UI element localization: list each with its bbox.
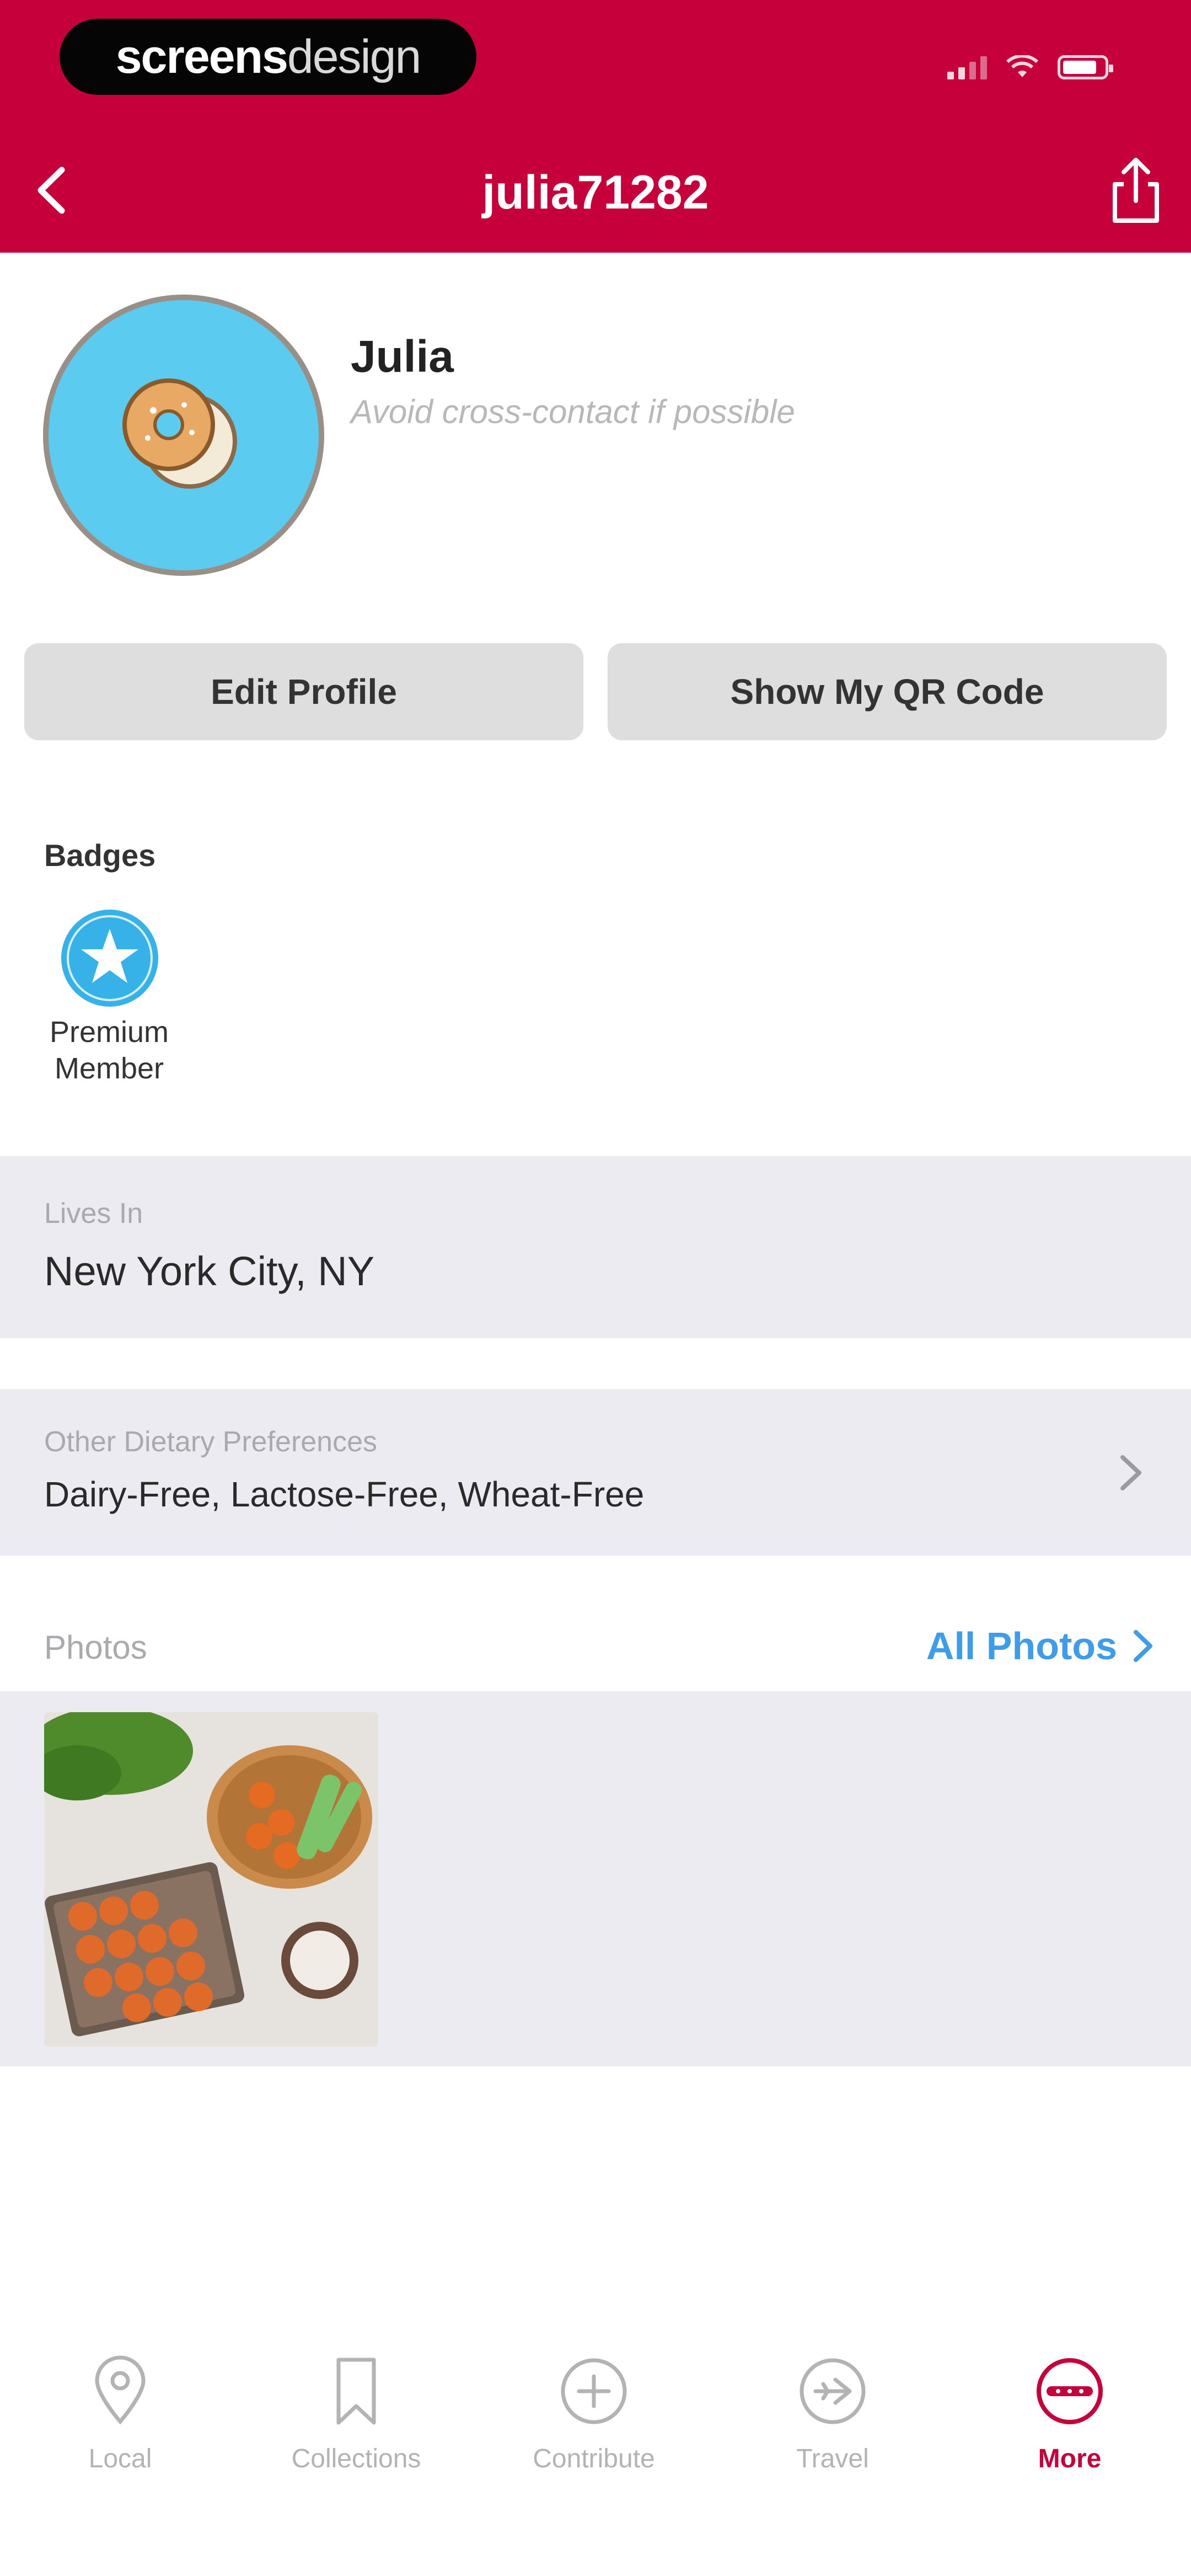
status-icons [947,51,1113,84]
tab-travel[interactable]: Travel [750,2355,915,2474]
food-photo-image [44,1712,378,2046]
avatar [43,295,324,576]
wifi-icon [1006,55,1039,77]
share-icon [1113,158,1159,223]
page-title: julia71282 [482,166,709,219]
show-qr-code-button[interactable]: Show My QR Code [608,643,1167,740]
lives-in-section [0,1156,1191,1338]
tab-collections[interactable]: Collections [273,2355,439,2474]
star-badge-icon[interactable] [60,908,160,1008]
brand-text-bold: screens [115,30,288,83]
photos-label: Photos [44,1629,147,1666]
dietary-preferences-value: Dairy-Free, Lactose-Free, Wheat-Free [44,1474,645,1514]
badge-label: Premium Member [21,1014,197,1087]
cellular-signal-icon [947,55,987,79]
bagel-icon [122,378,237,489]
chevron-right-icon [1120,1455,1141,1490]
profile-name: Julia [351,332,454,382]
tab-more[interactable]: More [987,2355,1152,2474]
chevron-right-icon [1134,1630,1152,1662]
badge-label-line1: Premium [49,1016,169,1049]
tab-contribute[interactable]: Contribute [511,2355,677,2474]
plus-circle-icon [561,2358,627,2424]
badge-label-line2: Member [54,1052,164,1085]
tab-label: Contribute [533,2444,655,2473]
brand-text-light: design [287,30,421,83]
bookmark-icon [336,2358,376,2425]
battery-icon [1058,55,1113,79]
lives-in-label: Lives In [44,1198,143,1230]
profile-bio: Avoid cross-contact if possible [351,393,795,430]
dietary-preferences-label: Other Dietary Preferences [44,1426,378,1458]
star-icon [61,910,158,1007]
plane-circle-icon [800,2358,866,2424]
badges-heading: Badges [44,838,156,873]
share-button[interactable] [1103,154,1169,226]
all-photos-label: All Photos [926,1624,1117,1668]
more-circle-icon [1037,2358,1103,2424]
tab-label: Collections [291,2444,421,2473]
map-pin-icon [95,2355,146,2425]
photo-thumbnail[interactable] [44,1712,378,2046]
all-photos-link[interactable]: All Photos [926,1624,1156,1668]
lives-in-value: New York City, NY [44,1248,375,1294]
tab-label: More [1038,2444,1102,2473]
edit-profile-button[interactable]: Edit Profile [24,643,583,740]
tab-label: Local [88,2444,152,2473]
dietary-preferences-row[interactable] [0,1389,1191,1556]
tab-local[interactable]: Local [37,2355,203,2474]
brand-watermark: screensdesign [60,19,476,95]
tab-label: Travel [796,2444,869,2473]
